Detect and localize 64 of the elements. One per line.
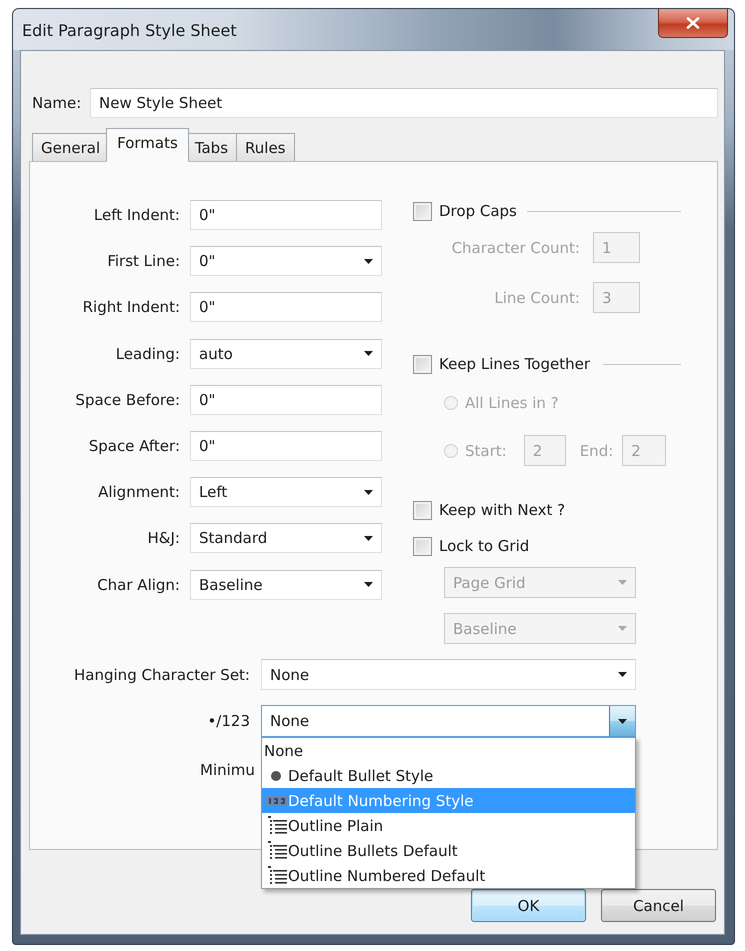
dropdown[interactable]: Baseline (190, 570, 382, 600)
field-label: Char Align: (96, 576, 180, 594)
dialog-button[interactable]: OK (471, 889, 586, 922)
dropdown[interactable]: Left (190, 477, 382, 508)
caret-icon (364, 258, 372, 264)
dropdown[interactable]: 0" (190, 246, 382, 276)
caret-icon (364, 582, 372, 587)
bullet-icon (271, 770, 281, 780)
outline-list-icon (266, 814, 288, 836)
field-label: Alignment: (97, 483, 180, 502)
checkbox-label: Keep Lines Together (439, 355, 590, 373)
text-field[interactable]: 0" (190, 384, 382, 415)
field-label: First Line: (106, 252, 180, 270)
caret-icon (618, 718, 627, 724)
caret-icon (364, 490, 372, 495)
caret-icon (618, 672, 626, 677)
tab[interactable]: Formats (106, 128, 189, 162)
field-label: •/123 (206, 712, 250, 730)
caret-icon (618, 580, 626, 585)
field-label: Line Count: (493, 288, 580, 306)
numbering-icon (266, 796, 288, 806)
radio-label: Start: (465, 442, 507, 460)
field-label: Minimu (200, 760, 255, 780)
checkbox[interactable] (413, 536, 432, 556)
caret-icon (618, 626, 626, 631)
text-field[interactable]: 0" (190, 292, 382, 322)
dropdown[interactable]: auto (190, 338, 382, 369)
checkbox-label: Drop Caps (439, 202, 517, 220)
field-label: Space Before: (74, 390, 180, 409)
dialog-button[interactable]: Cancel (601, 889, 716, 922)
checkbox[interactable] (413, 500, 432, 520)
field-label: Character Count: (450, 238, 580, 256)
field-label: H&J: (146, 529, 180, 548)
list-item[interactable]: Outline Numbered Default (262, 863, 635, 888)
dropdown[interactable]: None (261, 659, 636, 690)
close-button[interactable] (658, 9, 728, 38)
dropdown[interactable]: Standard (190, 523, 382, 554)
field-label: Right Indent: (82, 298, 180, 316)
radio-label: All Lines in ? (465, 394, 559, 412)
list-item[interactable]: Outline Plain (262, 813, 635, 838)
dropdown[interactable]: None (261, 705, 636, 737)
caret-icon (364, 351, 372, 356)
checkbox-label: Lock to Grid (439, 537, 530, 555)
field-label: Space After: (88, 436, 180, 455)
name-field[interactable]: New Style Sheet (90, 88, 718, 118)
checkbox-label: Keep with Next ? (439, 501, 566, 519)
list-item[interactable]: Outline Bullets Default (262, 838, 635, 863)
tab[interactable]: Rules (236, 133, 294, 162)
field-label: End: (580, 442, 614, 460)
outline-list-icon (266, 840, 288, 862)
text-field[interactable]: 0" (190, 200, 382, 230)
close-icon (686, 17, 700, 29)
list-item[interactable]: None (262, 738, 635, 763)
checkbox[interactable] (413, 202, 432, 220)
outline-list-icon (266, 864, 288, 886)
list-item[interactable]: Default Bullet Style (262, 763, 635, 788)
field-label: Name: (32, 94, 82, 112)
checkbox[interactable] (413, 354, 432, 374)
field-label: Hanging Character Set: (73, 666, 250, 684)
caret-icon (364, 536, 372, 541)
field-label: Left Indent: (92, 206, 180, 224)
text-field[interactable]: 0" (190, 430, 382, 461)
field-label: Leading: (114, 344, 180, 363)
window-title: Edit Paragraph Style Sheet (22, 20, 237, 42)
